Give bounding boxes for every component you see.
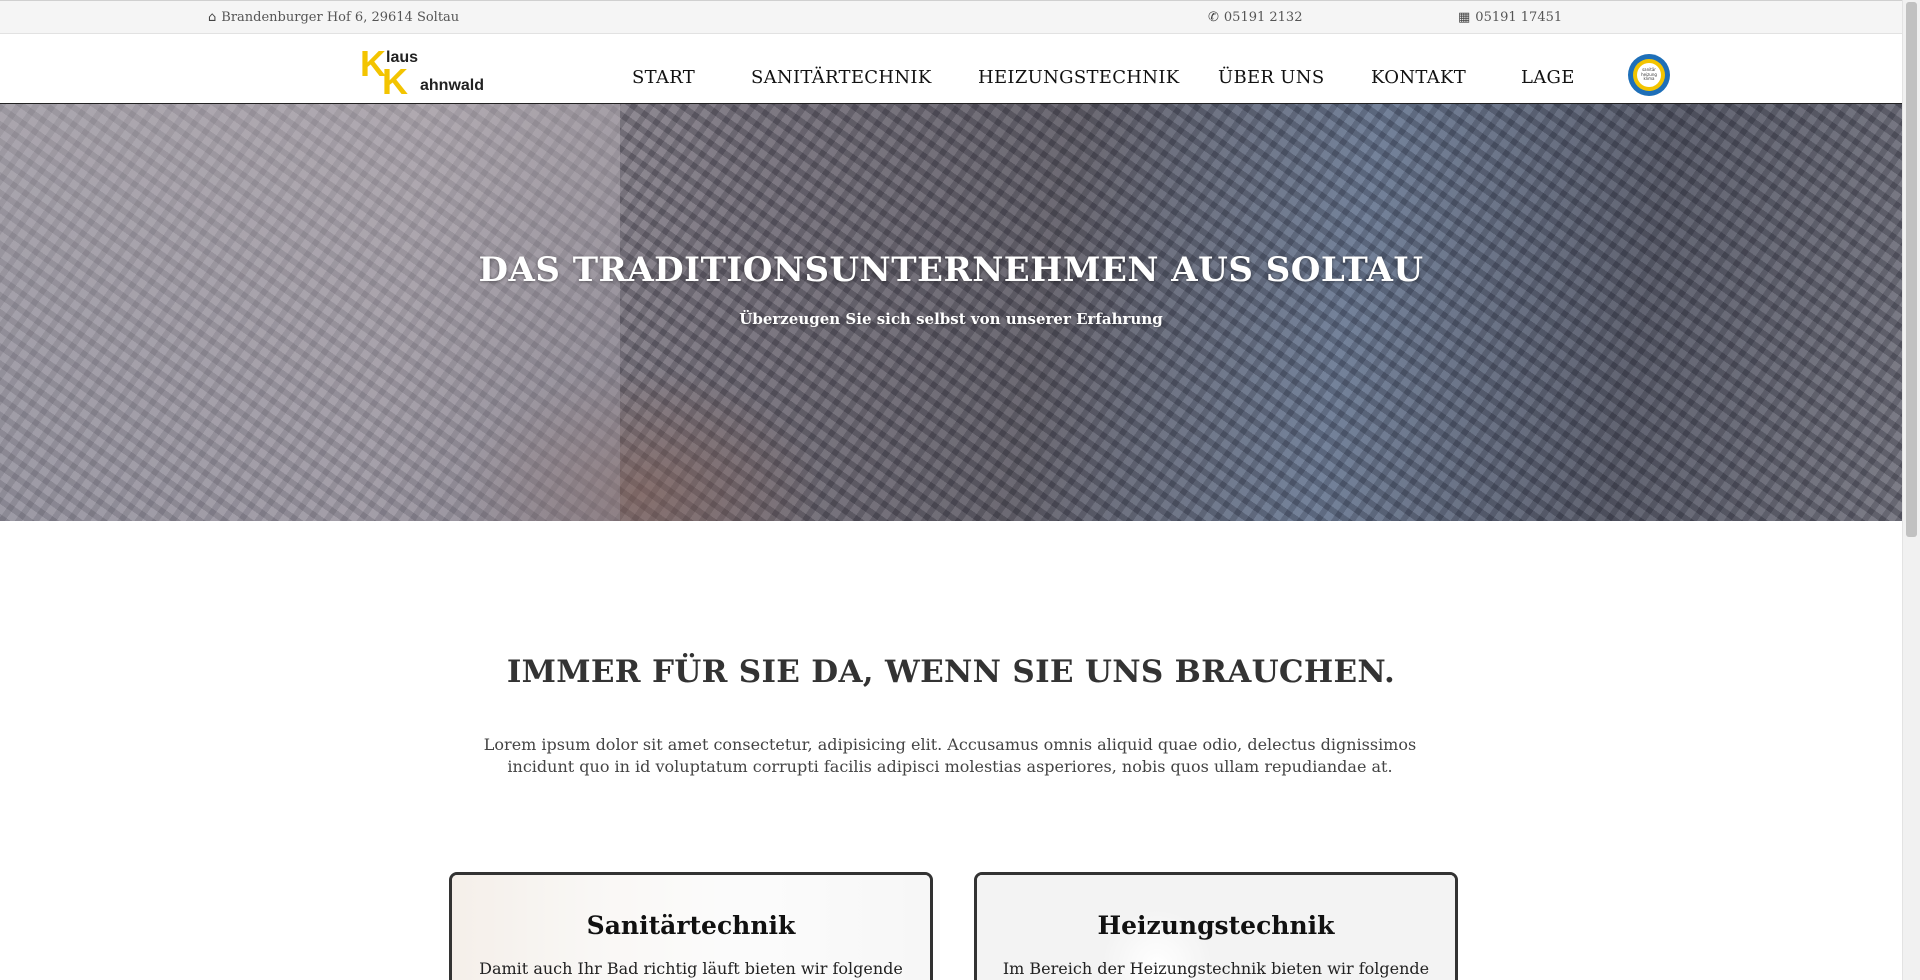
intro-text: Lorem ipsum dolor sit amet consectetur, … [483,735,1417,776]
fax-icon: ▦ [1458,10,1471,25]
nav-item-kontakt[interactable]: KONTAKT [1371,67,1466,88]
main-navigation: K laus K ahnwald START SANITÄRTECHNIK HE… [0,34,1902,104]
badge-text: sanitär heizung klima [1637,63,1661,87]
section-headline: IMMER FÜR SIE DA, WENN SIE UNS BRAUCHEN. [506,654,1396,690]
scrollbar-thumb[interactable] [1906,2,1917,537]
fax-text: 05191 17451 [1475,10,1563,25]
address-item: ⌂ Brandenburger Hof 6, 29614 Soltau [208,10,459,25]
logo-letter-k2: K [382,61,408,102]
card-title: Heizungstechnik [1097,911,1335,940]
hero-banner: DAS TRADITIONSUNTERNEHMEN AUS SOLTAU Übe… [0,104,1902,521]
fax-item: ▦ 05191 17451 [1458,10,1562,25]
service-card-sanitaer[interactable]: Sanitärtechnik Damit auch Ihr Bad richti… [449,872,933,980]
top-info-bar: ⌂ Brandenburger Hof 6, 29614 Soltau ✆ 05… [0,0,1902,34]
phone-icon: ✆ [1208,10,1219,25]
phone-item[interactable]: ✆ 05191 2132 [1208,10,1302,25]
address-text: Brandenburger Hof 6, 29614 Soltau [221,10,460,25]
service-card-heizung[interactable]: Heizungstechnik Im Bereich der Heizungst… [974,872,1458,980]
nav-item-sanitaertechnik[interactable]: SANITÄRTECHNIK [751,67,932,88]
card-title: Sanitärtechnik [586,911,796,940]
hero-subtitle: Überzeugen Sie sich selbst von unserer E… [739,310,1163,328]
card-text: Im Bereich der Heizungstechnik bieten wi… [1002,959,1430,978]
nav-item-ueber-uns[interactable]: ÜBER UNS [1218,67,1324,88]
guild-badge-logo[interactable]: sanitär heizung klima [1628,54,1670,96]
home-icon: ⌂ [208,10,217,25]
company-logo[interactable]: K laus K ahnwald [360,46,490,100]
hero-title: DAS TRADITIONSUNTERNEHMEN AUS SOLTAU [478,250,1424,290]
nav-item-start[interactable]: START [632,67,695,88]
phone-text[interactable]: 05191 2132 [1224,10,1303,25]
page-scrollbar[interactable] [1902,0,1920,980]
nav-item-heizungstechnik[interactable]: HEIZUNGSTECHNIK [978,67,1180,88]
nav-item-lage[interactable]: LAGE [1521,67,1575,88]
badge-ring: sanitär heizung klima [1633,59,1665,91]
logo-word-2: ahnwald [420,77,485,94]
card-text: Damit auch Ihr Bad richtig läuft bieten … [479,959,903,978]
